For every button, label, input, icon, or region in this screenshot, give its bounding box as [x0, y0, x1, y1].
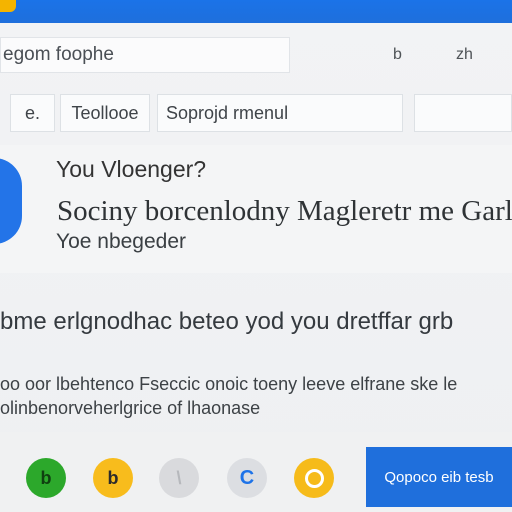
blank-field[interactable] — [414, 94, 512, 132]
search-input[interactable]: egom foophe — [0, 37, 290, 73]
primary-cta-button[interactable]: Qopoco eib tesb — [366, 447, 512, 507]
app-screen: egom foophe b zh e. Teollooe Soprojd rme… — [0, 0, 512, 512]
detail-text-1: oo oor lbehtenco Fseccic onoic toeny lee… — [0, 374, 458, 394]
card-subheadline: Sociny borcenlodny Magleretr me Garlo — [57, 195, 512, 227]
record-ring-icon — [304, 468, 324, 488]
search-input-value: egom foophe — [3, 44, 114, 65]
long-field[interactable]: Soprojd rmenul — [157, 94, 403, 132]
short-field[interactable]: e. — [10, 94, 55, 132]
green-action-icon: b — [40, 467, 52, 488]
card-headline: You Vloenger? — [56, 156, 207, 182]
long-field-value: Soprojd rmenul — [166, 102, 289, 123]
primary-cta-label: Qopoco eib tesb — [384, 468, 494, 486]
record-action-button[interactable] — [294, 458, 334, 498]
search-tool-zh-icon[interactable]: zh — [456, 46, 473, 64]
detail-text-2: olinbenorveherlgrice of lhaonase — [0, 398, 261, 418]
slash-icon: \ — [176, 467, 182, 488]
refresh-action-button[interactable]: C — [227, 458, 267, 498]
search-row: egom foophe b zh — [0, 35, 512, 77]
short-field-value: e. — [24, 102, 40, 123]
gray-action-button[interactable]: \ — [159, 458, 199, 498]
top-accent-icon — [0, 0, 16, 12]
green-action-button[interactable]: b — [26, 458, 66, 498]
body-text: bme erlgnodhac beteo yod you dretffar gr… — [0, 308, 454, 335]
card-small-headline: Yoe nbegeder — [56, 230, 187, 253]
yellow-action-icon: b — [107, 467, 119, 488]
medium-field-value: Teollooe — [71, 102, 139, 123]
medium-field[interactable]: Teollooe — [60, 94, 150, 132]
refresh-icon: C — [239, 466, 255, 489]
top-bar — [0, 0, 512, 23]
yellow-action-button[interactable]: b — [93, 458, 133, 498]
search-tool-b-icon[interactable]: b — [393, 46, 402, 64]
